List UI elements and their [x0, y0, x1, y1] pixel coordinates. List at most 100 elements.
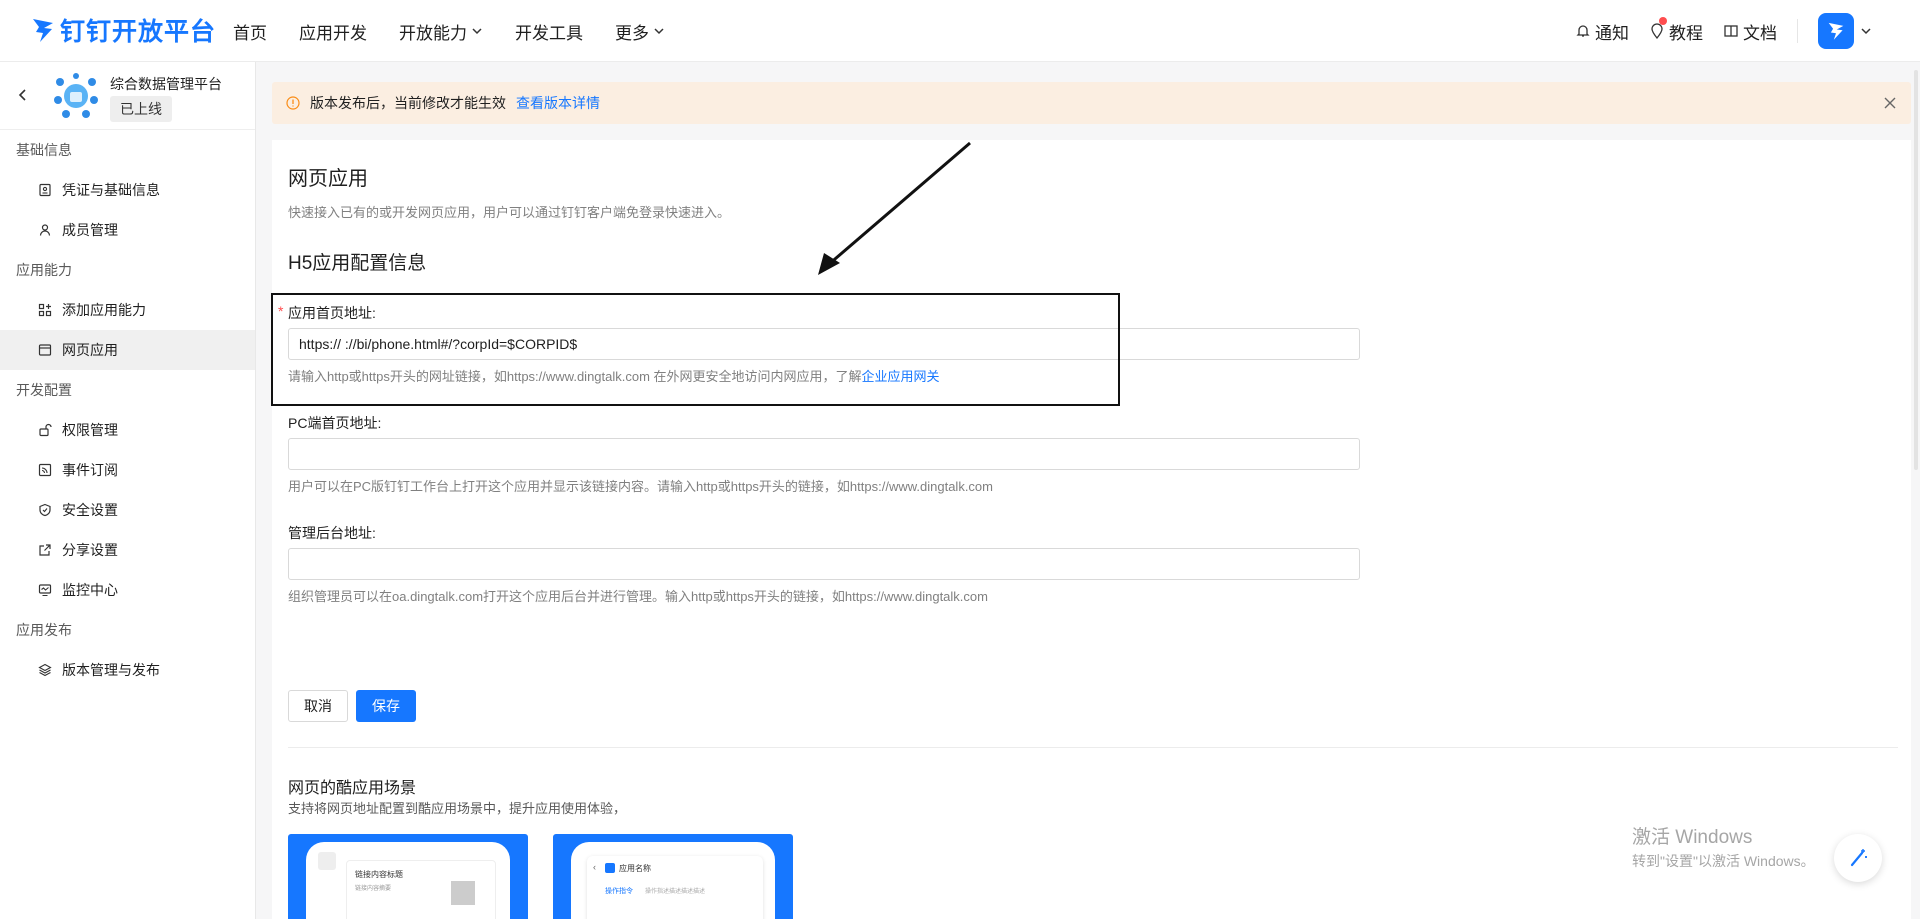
share-icon [39, 544, 51, 556]
nav-home[interactable]: 首页 [233, 19, 267, 44]
add-ability-icon [38, 303, 52, 317]
nav-dev-tools[interactable]: 开发工具 [515, 19, 583, 44]
homepage-hint: 请输入http或https开头的网址链接，如https://www.dingta… [288, 366, 940, 385]
link-card-preview: 链接内容标题 链接内容摘要 [346, 860, 496, 919]
sidebar-item-credentials[interactable]: 凭证与基础信息 [0, 170, 255, 210]
bell-icon [1576, 25, 1590, 37]
info-circle-icon [286, 96, 300, 110]
avatar [1818, 13, 1854, 49]
notify-label: 通知 [1595, 23, 1629, 43]
app-logo [54, 73, 98, 118]
app-header: 综合数据管理平台 已上线 [0, 62, 255, 130]
banner-version-link[interactable]: 查看版本详情 [516, 93, 600, 113]
nav-open-ability-label: 开放能力 [399, 23, 467, 43]
required-mark: * [278, 303, 284, 319]
gateway-link[interactable]: 企业应用网关 [862, 369, 940, 384]
sidebar-item-web-app[interactable]: 网页应用 [0, 330, 255, 370]
watermark-line1: 激活 Windows [1632, 827, 1753, 848]
pc-homepage-label: PC端首页地址: [288, 415, 382, 431]
dingtalk-logo-icon [33, 19, 53, 42]
sidebar-item-members[interactable]: 成员管理 [0, 210, 255, 250]
top-navbar: 钉钉开放平台 首页 应用开发 开放能力 开发工具 更多 通知 教程 文档 [0, 0, 1920, 62]
location-pin-icon [1651, 23, 1663, 39]
main-nav: 首页 应用开发 开放能力 开发工具 更多 [233, 0, 665, 62]
nav-more-label: 更多 [615, 23, 649, 43]
banner-text: 版本发布后，当前修改才能生效 [310, 95, 506, 111]
sidebar-item-label: 分享设置 [62, 542, 118, 558]
docs-label: 文档 [1743, 23, 1777, 43]
nav-dev-tools-label: 开发工具 [515, 23, 583, 43]
nav-more[interactable]: 更多 [615, 19, 665, 44]
watermark-line2: 转到"设置"以激活 Windows。 [1632, 853, 1815, 869]
web-app-icon [38, 344, 52, 356]
page-title: 网页应用 [288, 168, 368, 190]
sidebar-item-version[interactable]: 版本管理与发布 [0, 650, 255, 690]
command-desc: 操作指述描述描述描述 [645, 889, 706, 895]
nav-app-dev[interactable]: 应用开发 [299, 19, 367, 44]
link-card-title: 链接内容标题 [355, 870, 403, 879]
sidebar-group-publish: 应用发布 [16, 622, 72, 638]
scrollbar-thumb[interactable] [1914, 70, 1918, 470]
app-icon-square [605, 863, 615, 873]
close-icon[interactable] [1883, 96, 1897, 110]
shield-icon [39, 503, 51, 517]
tutorial-label: 教程 [1669, 23, 1703, 43]
admin-url-input[interactable] [288, 548, 1360, 580]
layers-icon [38, 663, 52, 677]
command-card-preview: ‹ 应用名称 操作指令 操作指述描述描述描述 [587, 856, 763, 919]
divider [288, 747, 1898, 748]
link-card-desc: 链接内容摘要 [355, 886, 392, 892]
admin-hint: 组织管理员可以在oa.dingtalk.com打开这个应用后台并进行管理。输入h… [288, 589, 988, 604]
chevron-left-icon: ‹ [593, 862, 596, 872]
back-arrow-icon[interactable] [16, 88, 30, 102]
sidebar-item-permission[interactable]: 权限管理 [0, 410, 255, 450]
save-button[interactable]: 保存 [356, 690, 416, 722]
sidebar: 综合数据管理平台 已上线 基础信息 凭证与基础信息 成员管理 应用能力 添加应用… [0, 62, 256, 919]
admin-label: 管理后台地址: [288, 525, 376, 541]
notify-link[interactable]: 通知 [1575, 19, 1629, 44]
windows-watermark: 激活 Windows 转到"设置"以激活 Windows。 [1632, 822, 1815, 871]
sidebar-item-share[interactable]: 分享设置 [0, 530, 255, 570]
user-icon [39, 224, 51, 236]
sidebar-group-basic: 基础信息 [16, 142, 72, 158]
nav-divider [1797, 19, 1798, 43]
homepage-label-text: 应用首页地址: [288, 305, 376, 321]
sidebar-item-security[interactable]: 安全设置 [0, 490, 255, 530]
sidebar-item-label: 权限管理 [62, 422, 118, 438]
user-menu[interactable] [1818, 13, 1872, 49]
brand-logo[interactable]: 钉钉开放平台 [30, 12, 216, 48]
nav-open-ability[interactable]: 开放能力 [399, 19, 483, 44]
pc-homepage-hint: 用户可以在PC版钉钉工作台上打开这个应用并显示该链接内容。请输入http或htt… [288, 479, 993, 494]
tutorial-link[interactable]: 教程 [1649, 16, 1703, 44]
sidebar-item-monitor[interactable]: 监控中心 [0, 570, 255, 610]
sidebar-item-add-ability[interactable]: 添加应用能力 [0, 290, 255, 330]
monitor-icon [38, 584, 52, 597]
notice-banner: 版本发布后，当前修改才能生效 查看版本详情 [272, 82, 1911, 124]
scrollbar[interactable] [1911, 70, 1920, 480]
content-panel: 网页应用 快速接入已有的或开发网页应用，用户可以通过钉钉客户端免登录快速进入。 … [272, 140, 1911, 919]
annotation-arrow [818, 141, 971, 275]
sidebar-item-label: 版本管理与发布 [62, 662, 160, 678]
chevron-down-icon [654, 28, 664, 35]
cool-app-card-command[interactable]: ‹ 应用名称 操作指令 操作指述描述描述描述 [553, 834, 793, 919]
homepage-url-input[interactable]: https:// ://bi/phone.html#/?corpId=$CORP… [288, 328, 1360, 360]
docs-link[interactable]: 文档 [1723, 19, 1777, 44]
brand-title: 钉钉开放平台 [60, 17, 217, 46]
sidebar-item-label: 添加应用能力 [62, 302, 146, 318]
main-content: 版本发布后，当前修改才能生效 查看版本详情 网页应用 快速接入已有的或开发网页应… [256, 62, 1920, 919]
sidebar-item-events[interactable]: 事件订阅 [0, 450, 255, 490]
rss-icon [38, 463, 52, 477]
cool-app-description: 支持将网页地址配置到酷应用场景中，提升应用使用体验， [288, 801, 627, 816]
link-card-thumb [451, 881, 475, 905]
command-app-name: 应用名称 [619, 864, 651, 873]
cool-app-card-link[interactable]: 链接内容标题 链接内容摘要 [288, 834, 528, 919]
pc-homepage-input[interactable] [288, 438, 1360, 470]
cancel-button[interactable]: 取消 [288, 690, 348, 722]
sidebar-item-label: 事件订阅 [62, 462, 118, 478]
sidebar-item-label: 安全设置 [62, 502, 118, 518]
page-description: 快速接入已有的或开发网页应用，用户可以通过钉钉客户端免登录快速进入。 [288, 205, 731, 220]
sidebar-group-dev-config: 开发配置 [16, 382, 72, 398]
cool-app-title: 网页的酷应用场景 [288, 780, 417, 797]
app-name: 综合数据管理平台 [110, 76, 222, 92]
ai-assistant-button[interactable] [1834, 834, 1882, 882]
